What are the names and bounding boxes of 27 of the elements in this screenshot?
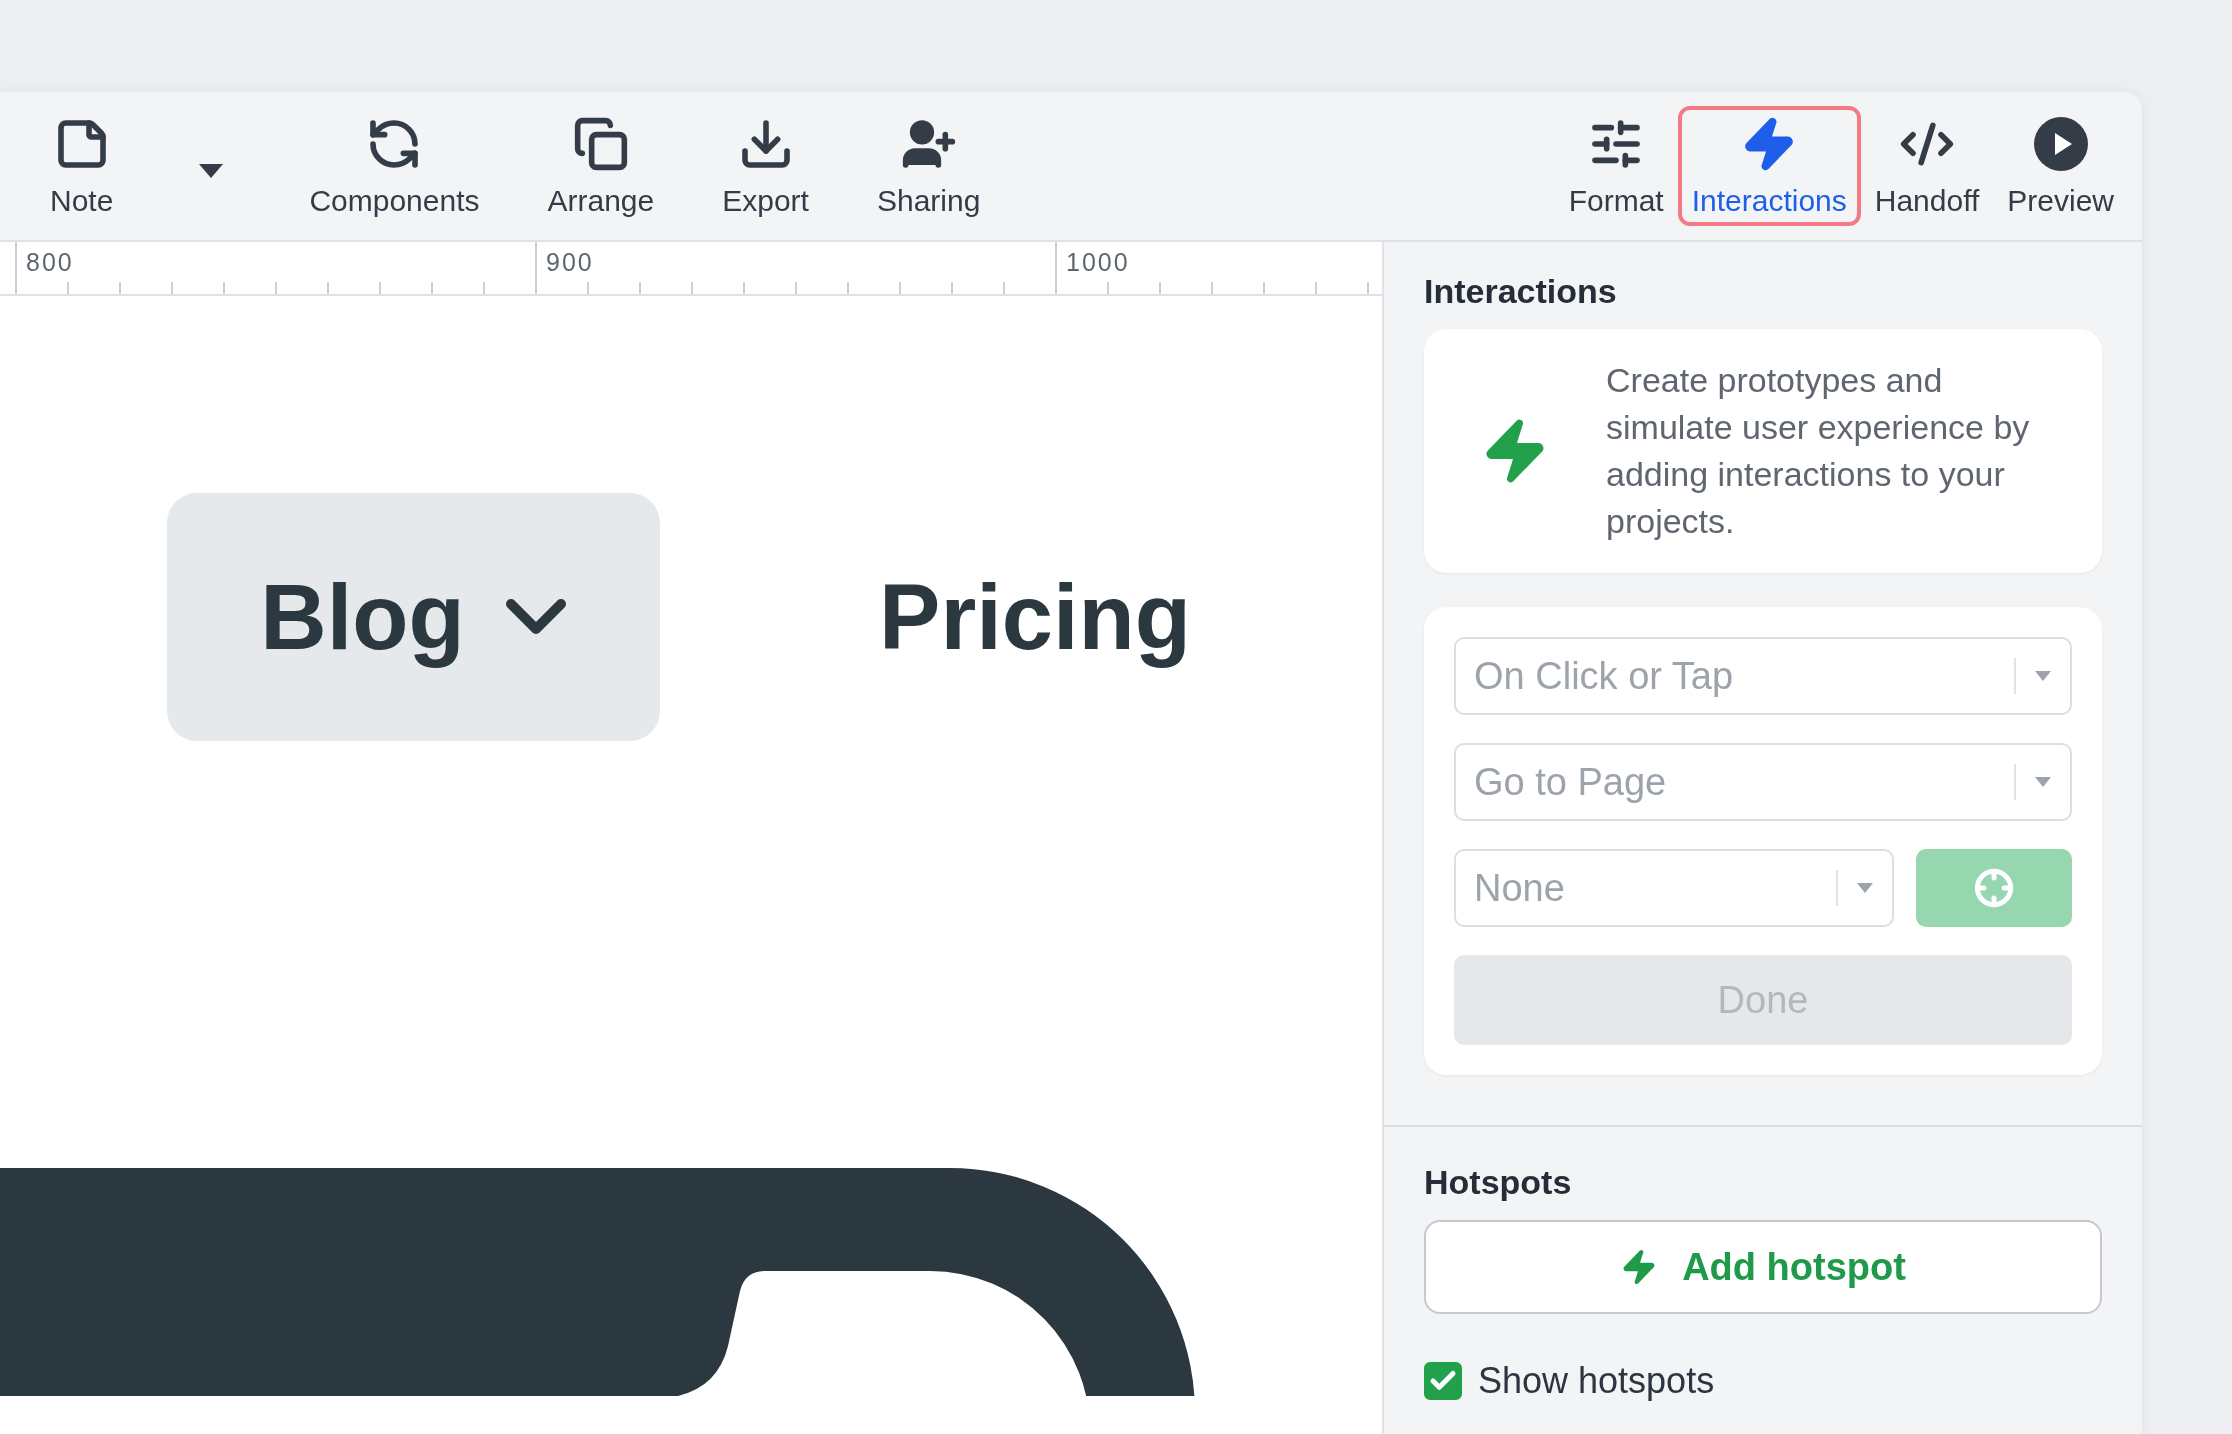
caret-icon [2034, 776, 2052, 788]
ruler-label: 1000 [1066, 248, 1130, 277]
toolbar-button[interactable]: Components [295, 106, 494, 226]
ruler-label: 900 [546, 248, 594, 277]
toolbar-button[interactable]: Preview [1993, 106, 2128, 226]
checkbox[interactable] [1424, 1362, 1462, 1400]
section-title: Interactions [1424, 272, 1618, 311]
toolbar-button[interactable]: Sharing [862, 106, 995, 226]
ruler-label: 800 [26, 248, 74, 277]
layers-icon [572, 116, 629, 172]
caret-icon [1856, 882, 1874, 894]
toolbar-button[interactable]: Format [1554, 106, 1678, 226]
toolbar-button[interactable]: Interactions [1677, 106, 1861, 226]
caret-icon[interactable] [197, 162, 226, 180]
toolbar-button[interactable]: Arrange [533, 106, 669, 226]
info-text: Create prototypes and simulate user experience by adding interactions to your projects. [1606, 360, 2031, 542]
nav-label: Blog [260, 564, 465, 670]
section-title: Hotspots [1424, 1163, 1573, 1202]
add-hotspot-button[interactable]: Add hotspot [1424, 1220, 2102, 1314]
nav-label: Pricing [879, 564, 1191, 670]
caret-icon [2034, 670, 2052, 682]
toolbar-button[interactable]: Handoff [1860, 106, 1994, 226]
toolbar-button[interactable]: Export [708, 106, 823, 226]
checkbox-label[interactable]: Show hotspots [1478, 1360, 1715, 1402]
crosshair-icon [1974, 868, 2014, 908]
toolbar-button[interactable]: Note [36, 106, 128, 226]
play-icon [2032, 116, 2089, 172]
